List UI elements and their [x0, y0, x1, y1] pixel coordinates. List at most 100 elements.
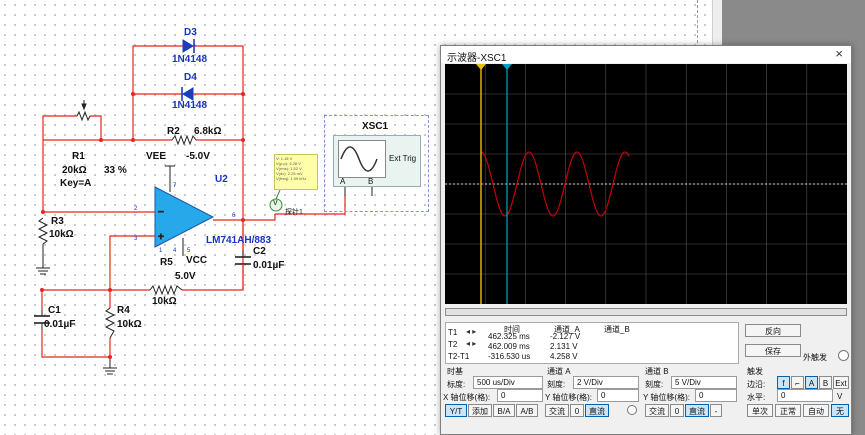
cursor-t2-handle	[502, 64, 512, 70]
ext-trigger-terminal-icon[interactable]	[838, 350, 849, 361]
d4-model: 1N4148	[172, 100, 208, 111]
vcc-ref: VCC	[186, 255, 208, 266]
xsc1-channel-b: B	[368, 177, 374, 186]
c2-value: 0.01µF	[253, 260, 285, 271]
close-icon[interactable]: ×	[835, 46, 843, 61]
row-label-t2: T2	[448, 340, 458, 349]
mode-yt-button[interactable]: Y/T	[445, 404, 467, 417]
xsc1-mini-screen	[338, 140, 386, 178]
pin-label: 2	[134, 206, 138, 212]
r4-ref: R4	[117, 305, 130, 316]
cha-terminal-icon	[627, 405, 637, 415]
cha-dc-button[interactable]: 直流	[585, 404, 609, 417]
timebase-title: 时基	[447, 367, 463, 376]
probe-readout: V: 1.15 V V(p-p): 4.28 V V(rms): 1.52 V …	[274, 154, 318, 190]
pin-label: 1	[159, 248, 163, 254]
c2-ref: C2	[253, 246, 266, 257]
t1-cha: -2.127 V	[550, 332, 581, 341]
chb-scale-label: 刻度:	[645, 380, 664, 389]
pin-label: 6	[232, 213, 236, 219]
mode-add-button[interactable]: 添加	[468, 404, 492, 417]
r2-ref: R2	[167, 126, 180, 137]
vee-ref: VEE	[146, 151, 167, 162]
trigger-source-a-button[interactable]: A	[805, 376, 818, 389]
t1-arrows-icon[interactable]: ◂ ▸	[466, 327, 476, 336]
r1-percent: 33 %	[104, 165, 127, 176]
trigger-level-unit: V	[837, 392, 843, 401]
cha-ac-button[interactable]: 交流	[545, 404, 569, 417]
circuit-drawing: − +	[34, 39, 410, 375]
cha-ypos-field[interactable]: 0	[597, 389, 639, 402]
cha-scale-field[interactable]: 2 V/Div	[573, 376, 639, 389]
cursor-t1-handle	[476, 64, 486, 70]
xsc1-ref: XSC1	[362, 121, 389, 132]
header-chb: 通道_B	[604, 325, 630, 334]
cha-zero-button[interactable]: 0	[570, 404, 584, 417]
mode-ab-button[interactable]: A/B	[516, 404, 538, 417]
chb-dc-button[interactable]: 直流	[685, 404, 709, 417]
c1-value: 0.01µF	[44, 319, 76, 330]
xsc1-ext-trig: Ext Trig	[389, 154, 417, 163]
cha-scale-label: 刻度:	[547, 380, 566, 389]
edge-falling-button[interactable]: ⌐	[791, 376, 804, 389]
r1-value: 20kΩ	[62, 165, 87, 176]
cha-title: 通道 A	[547, 367, 571, 376]
trigger-auto-button[interactable]: 自动	[803, 404, 829, 417]
dt-time: -316.530 us	[488, 352, 531, 361]
r1-ref: R1	[72, 151, 85, 162]
u2-ref: U2	[215, 174, 228, 185]
trigger-none-button[interactable]: 无	[831, 404, 849, 417]
save-button[interactable]: 保存	[745, 344, 801, 357]
row-label-t1: T1	[448, 328, 458, 337]
t1-time: 462.325 ms	[488, 332, 530, 341]
pin-label: 7	[173, 183, 177, 189]
mode-ba-button[interactable]: B/A	[493, 404, 515, 417]
pin-label: 5	[187, 248, 191, 254]
trigger-normal-button[interactable]: 正常	[775, 404, 801, 417]
trigger-source-ext-button[interactable]: Ext	[833, 376, 849, 389]
timebase-scale-field[interactable]: 500 us/Div	[473, 376, 543, 389]
horizontal-scrollbar[interactable]	[445, 308, 847, 316]
t2-time: 462.009 ms	[488, 342, 530, 351]
trigger-single-button[interactable]: 单次	[747, 404, 773, 417]
oscilloscope-titlebar[interactable]: 示波器-XSC1 ×	[441, 46, 851, 64]
chb-ac-button[interactable]: 交流	[645, 404, 669, 417]
chb-minus-button[interactable]: -	[710, 404, 722, 417]
r2-value: 6.8kΩ	[194, 126, 222, 137]
xsc1-channel-a: A	[340, 177, 346, 186]
timebase-xpos-label: X 轴位移(格):	[443, 393, 491, 402]
r3-value: 10kΩ	[49, 229, 74, 240]
trigger-level-field[interactable]: 0	[777, 389, 833, 402]
scope-screen[interactable]	[445, 64, 847, 304]
probe-label: 探针1	[285, 209, 303, 216]
probe-symbol: V	[273, 200, 278, 207]
d3-model: 1N4148	[172, 54, 208, 65]
chb-ypos-label: Y 轴位移(格):	[643, 393, 690, 402]
r1-key: Key=A	[60, 178, 92, 189]
d4-ref: D4	[184, 72, 197, 83]
t2-arrows-icon[interactable]: ◂ ▸	[466, 339, 476, 348]
trigger-level-label: 水平:	[747, 393, 766, 402]
trigger-source-b-button[interactable]: B	[819, 376, 832, 389]
t2-cha: 2.131 V	[550, 342, 578, 351]
d3-ref: D3	[184, 27, 197, 38]
edge-rising-button[interactable]: f	[777, 376, 790, 389]
c1-ref: C1	[48, 305, 61, 316]
pin-label: 3	[134, 236, 138, 242]
chb-title: 通道 B	[645, 367, 669, 376]
oscilloscope-window[interactable]: 示波器-XSC1 × 时间 通道_A 通道_B T1 ◂ ▸ 462.325 m…	[440, 45, 852, 435]
u2-model: LM741AH/883	[206, 235, 272, 246]
chb-ypos-field[interactable]: 0	[695, 389, 737, 402]
r5-value: 10kΩ	[152, 296, 177, 307]
timebase-xpos-field[interactable]: 0	[497, 389, 543, 402]
r4-value: 10kΩ	[117, 319, 142, 330]
pin-label: 4	[173, 248, 177, 254]
trigger-edge-label: 边沿:	[747, 380, 766, 389]
reverse-button[interactable]: 反向	[745, 324, 801, 337]
chb-scale-field[interactable]: 5 V/Div	[671, 376, 737, 389]
r3-ref: R3	[51, 216, 64, 227]
ext-trigger-label: 外触发	[803, 353, 827, 362]
chb-zero-button[interactable]: 0	[670, 404, 684, 417]
dt-cha: 4.258 V	[550, 352, 578, 361]
vee-value: -5.0V	[186, 151, 210, 162]
